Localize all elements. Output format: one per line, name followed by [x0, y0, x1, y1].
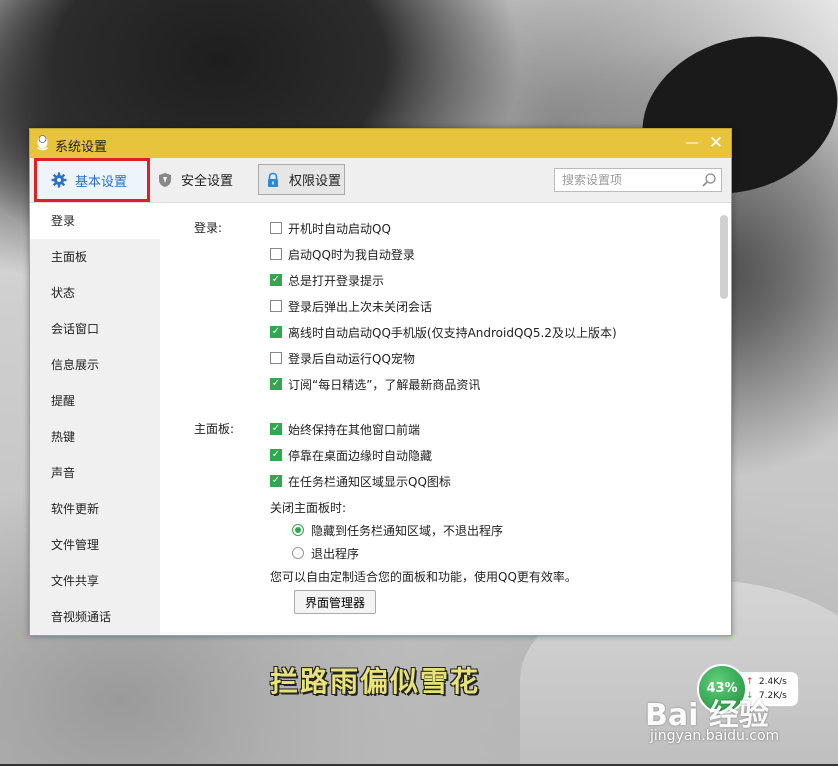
watermark-url: jingyan.baidu.com — [650, 728, 780, 744]
settings-sidebar: 登录 主面板 状态 会话窗口 信息展示 提醒 热键 声音 软件更新 文件管理 文… — [30, 203, 160, 635]
radio-selected[interactable] — [292, 524, 304, 536]
option-auto-hide-edge[interactable]: ✓ 停靠在桌面边缘时自动隐藏 — [270, 446, 432, 464]
option-label: 订阅“每日精选”，了解最新商品资讯 — [288, 377, 481, 392]
option-restore-sessions[interactable]: 登录后弹出上次未关闭会话 — [270, 297, 432, 315]
close-panel-label: 关闭主面板时: — [270, 501, 347, 515]
option-label: 停靠在桌面边缘时自动隐藏 — [288, 448, 433, 463]
option-always-on-top[interactable]: ✓ 始终保持在其他窗口前端 — [270, 420, 420, 438]
checkbox-checked[interactable]: ✓ — [270, 274, 282, 286]
option-daily-picks[interactable]: ✓ 订阅“每日精选”，了解最新商品资讯 — [270, 375, 480, 393]
option-qq-pet[interactable]: 登录后自动运行QQ宠物 — [270, 349, 415, 367]
search-icon[interactable] — [701, 172, 717, 188]
checkbox[interactable] — [270, 222, 282, 234]
sidebar-item-status[interactable]: 状态 — [30, 275, 160, 311]
window-title: 系统设置 — [55, 140, 108, 155]
option-label: 离线时自动启动QQ手机版(仅支持AndroidQQ5.2及以上版本) — [288, 325, 617, 340]
settings-toolbar: 基本设置 安全设置 权限设置 — [30, 158, 731, 203]
checkbox-checked[interactable]: ✓ — [270, 378, 282, 390]
option-label: 开机时自动启动QQ — [288, 221, 391, 236]
radio-exit-program[interactable]: 退出程序 — [292, 544, 359, 562]
radio-label: 退出程序 — [311, 546, 360, 561]
title-bar[interactable]: 系统设置 — ✕ — [30, 129, 731, 158]
sidebar-item-chat-window[interactable]: 会话窗口 — [30, 311, 160, 347]
sidebar-item-file-sharing[interactable]: 文件共享 — [30, 563, 160, 599]
checkbox-checked[interactable]: ✓ — [270, 326, 282, 338]
option-auto-login[interactable]: 启动QQ时为我自动登录 — [270, 245, 415, 263]
radio-unselected[interactable] — [292, 547, 304, 559]
settings-content: 登录: 开机时自动启动QQ 启动QQ时为我自动登录 ✓ 总是打开登录提示 登录后… — [160, 203, 731, 635]
checkbox[interactable] — [270, 352, 282, 364]
settings-search-box — [554, 168, 722, 192]
sidebar-item-reminders[interactable]: 提醒 — [30, 383, 160, 419]
sidebar-item-sound[interactable]: 声音 — [30, 455, 160, 491]
checkbox-checked[interactable]: ✓ — [270, 475, 282, 487]
close-button[interactable]: ✕ — [707, 134, 725, 152]
checkbox[interactable] — [270, 300, 282, 312]
vertical-scrollbar[interactable] — [720, 215, 728, 299]
settings-window: 系统设置 — ✕ 基本设置 安全设置 权限设置 搜索设置项 登录 主面板 状态 … — [29, 128, 732, 636]
checkbox[interactable] — [270, 248, 282, 260]
option-auto-start-qq[interactable]: 开机时自动启动QQ — [270, 219, 391, 237]
tab-security-settings[interactable]: 安全设置 — [157, 164, 233, 195]
option-label: 在任务栏通知区域显示QQ图标 — [288, 474, 451, 489]
gear-icon — [51, 172, 67, 188]
sidebar-item-main-panel[interactable]: 主面板 — [30, 239, 160, 275]
lock-icon — [268, 172, 278, 187]
option-label: 登录后自动运行QQ宠物 — [288, 351, 415, 366]
minimize-button[interactable]: — — [683, 134, 701, 152]
radio-label: 隐藏到任务栏通知区域，不退出程序 — [311, 523, 504, 538]
sidebar-item-software-update[interactable]: 软件更新 — [30, 491, 160, 527]
checkbox-checked[interactable]: ✓ — [270, 449, 282, 461]
video-subtitle: 拦路雨偏似雪花 — [270, 665, 481, 698]
login-section-label: 登录: — [194, 221, 223, 235]
search-input[interactable] — [555, 169, 702, 191]
sidebar-item-av-call[interactable]: 音视频通话 — [30, 599, 160, 635]
shield-icon — [159, 172, 171, 187]
tab-label: 安全设置 — [181, 174, 234, 189]
option-label: 启动QQ时为我自动登录 — [288, 247, 415, 262]
radio-hide-to-tray[interactable]: 隐藏到任务栏通知区域，不退出程序 — [292, 521, 503, 539]
tab-basic-settings[interactable]: 基本设置 — [34, 158, 150, 202]
option-label: 始终保持在其他窗口前端 — [288, 422, 421, 437]
customize-hint: 您可以自由定制适合您的面板和功能，使用QQ更有效率。 — [270, 570, 577, 584]
upload-arrow-icon: ↑ — [746, 677, 754, 687]
option-label: 总是打开登录提示 — [288, 273, 385, 288]
interface-manager-button[interactable]: 界面管理器 — [294, 590, 376, 614]
upload-speed: 2.4K/s — [758, 677, 787, 687]
option-offline-mobile-qq[interactable]: ✓ 离线时自动启动QQ手机版(仅支持AndroidQQ5.2及以上版本) — [270, 323, 617, 341]
panel-section-label: 主面板: — [194, 422, 235, 436]
sidebar-item-login[interactable]: 登录 — [30, 203, 160, 239]
option-tray-icon[interactable]: ✓ 在任务栏通知区域显示QQ图标 — [270, 472, 451, 490]
sidebar-item-info-display[interactable]: 信息展示 — [30, 347, 160, 383]
upload-speed-row: ↑ 2.4K/s — [746, 675, 787, 689]
tab-label: 权限设置 — [289, 174, 342, 189]
qq-penguin-icon — [37, 135, 48, 151]
checkbox-checked[interactable]: ✓ — [270, 423, 282, 435]
tab-permission-settings[interactable]: 权限设置 — [258, 164, 345, 195]
option-label: 登录后弹出上次未关闭会话 — [288, 299, 433, 314]
sidebar-item-hotkeys[interactable]: 热键 — [30, 419, 160, 455]
tab-label: 基本设置 — [75, 174, 128, 190]
sidebar-item-file-management[interactable]: 文件管理 — [30, 527, 160, 563]
option-login-prompt[interactable]: ✓ 总是打开登录提示 — [270, 271, 384, 289]
